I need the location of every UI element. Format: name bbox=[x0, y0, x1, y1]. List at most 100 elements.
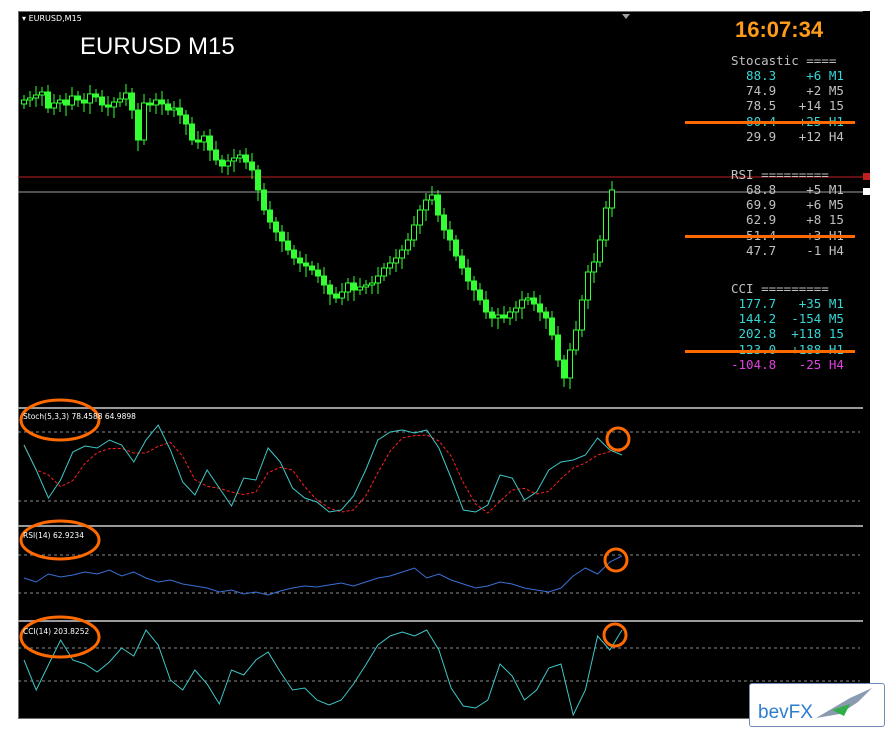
annotation-circle bbox=[603, 547, 629, 573]
candle-body bbox=[141, 102, 147, 141]
cci-timeframe: M5 bbox=[821, 311, 844, 327]
candle-body bbox=[303, 262, 309, 267]
candle-body bbox=[327, 284, 333, 295]
candle-body bbox=[453, 239, 459, 257]
chart-window-title: EURUSD,M15 bbox=[28, 14, 82, 23]
candle-body bbox=[177, 107, 183, 116]
candle-body bbox=[231, 157, 237, 162]
candle-body bbox=[315, 269, 321, 277]
rsi-row: 47.7 -1 H4 bbox=[731, 243, 844, 258]
rsi-change: +6 bbox=[776, 197, 822, 213]
stochastic-change: +12 bbox=[776, 128, 822, 144]
stochastic-value: 78.5 bbox=[731, 98, 777, 114]
candle-body bbox=[549, 317, 555, 336]
cci-value: 144.2 bbox=[731, 311, 777, 327]
candle-body bbox=[285, 240, 291, 251]
stochastic-timeframe: M1 bbox=[821, 68, 844, 83]
rsi-row: 68.8 +5 M1 bbox=[731, 182, 844, 197]
candle-body bbox=[513, 307, 519, 313]
chart-title[interactable]: ▾ EURUSD,M15 bbox=[22, 14, 82, 23]
cci-change: -25 bbox=[776, 356, 822, 372]
price-marker-red bbox=[863, 173, 870, 180]
candle-body bbox=[63, 99, 69, 106]
candle-body bbox=[213, 149, 219, 161]
cci-row: 144.2 -154 M5 bbox=[731, 311, 844, 326]
stochastic-timeframe: 15 bbox=[821, 98, 844, 114]
rsi-header: RSI ========= bbox=[731, 167, 829, 182]
candle-body bbox=[573, 329, 579, 351]
rsi-change: -1 bbox=[776, 242, 822, 258]
rsi-value: 62.9 bbox=[731, 212, 777, 228]
candle-body bbox=[477, 289, 483, 301]
candle-body bbox=[591, 261, 597, 273]
dropdown-icon[interactable]: ▾ bbox=[22, 14, 26, 23]
candle-body bbox=[471, 280, 477, 291]
candle-body bbox=[603, 207, 609, 241]
candle-body bbox=[39, 91, 45, 96]
stochastic-change: +6 bbox=[776, 68, 822, 83]
candle-body bbox=[399, 249, 405, 259]
stoch-signal-line bbox=[23, 434, 622, 514]
candle-body bbox=[537, 303, 543, 313]
candle-body bbox=[195, 139, 201, 143]
stochastic-timeframe: H4 bbox=[821, 128, 844, 144]
candle-body bbox=[525, 297, 531, 301]
candle-body bbox=[333, 293, 339, 299]
stochastic-row: 78.5 +14 15 bbox=[731, 98, 844, 113]
candle-body bbox=[483, 299, 489, 313]
cci-row: 202.8 +118 15 bbox=[731, 326, 844, 341]
stochastic-value: 74.9 bbox=[731, 83, 777, 99]
candle-body bbox=[411, 224, 417, 241]
candle-body bbox=[111, 101, 117, 108]
candle-body bbox=[321, 275, 327, 286]
cci-value: 202.8 bbox=[731, 326, 777, 342]
candle-body bbox=[597, 239, 603, 263]
candle-body bbox=[507, 311, 513, 319]
candle-body bbox=[279, 231, 285, 242]
cci-row: -104.8 -25 H4 bbox=[731, 357, 844, 372]
bevfx-logo: bevFX bbox=[749, 683, 885, 727]
candle-body bbox=[381, 267, 387, 277]
annotation-circle bbox=[602, 622, 628, 648]
candle-body bbox=[33, 94, 39, 99]
candle-body bbox=[51, 102, 57, 109]
rsi-value: 68.8 bbox=[731, 182, 777, 197]
candle-body bbox=[567, 349, 573, 379]
candle-body bbox=[171, 107, 177, 111]
highlight-line-rsi bbox=[685, 235, 855, 238]
cci-change: +118 bbox=[776, 326, 822, 342]
candle-body bbox=[519, 299, 525, 309]
rsi-indicator-label: RSI(14) 62.9234 bbox=[23, 531, 84, 540]
symbol-label: EURUSD M15 bbox=[80, 33, 235, 60]
rsi-change: +8 bbox=[776, 212, 822, 228]
candle-body bbox=[561, 359, 567, 379]
candle-body bbox=[387, 262, 393, 269]
rsi-timeframe: M1 bbox=[821, 182, 844, 197]
candle-body bbox=[489, 311, 495, 319]
cci-value: -104.8 bbox=[731, 356, 777, 372]
candle-body bbox=[435, 194, 441, 216]
candle-body bbox=[57, 99, 63, 104]
candle-body bbox=[99, 96, 105, 106]
candle-body bbox=[189, 123, 195, 141]
logo-text: bevFX bbox=[758, 702, 813, 723]
candle-body bbox=[423, 199, 429, 211]
stochastic-row: 29.9 +12 H4 bbox=[731, 129, 844, 144]
stoch-indicator-label: Stoch(5,3,3) 78.4588 64.9898 bbox=[23, 412, 136, 421]
candle-body bbox=[579, 299, 585, 331]
candle-body bbox=[207, 135, 213, 151]
candle-body bbox=[249, 161, 255, 171]
rsi-timeframe: 15 bbox=[821, 212, 844, 228]
candle-body bbox=[219, 159, 225, 167]
candle-body bbox=[447, 229, 453, 241]
candle-body bbox=[501, 314, 507, 319]
cci-timeframe: H4 bbox=[821, 356, 844, 372]
cci-indicator-label: CCI(14) 203.8252 bbox=[23, 627, 90, 636]
candle-body bbox=[21, 99, 27, 105]
cci-line bbox=[23, 629, 623, 717]
rsi-timeframe: H4 bbox=[821, 242, 844, 258]
candle-body bbox=[309, 265, 315, 271]
candle-body bbox=[543, 311, 549, 319]
candle-body bbox=[297, 257, 303, 264]
stochastic-row: 74.9 +2 M5 bbox=[731, 83, 844, 98]
